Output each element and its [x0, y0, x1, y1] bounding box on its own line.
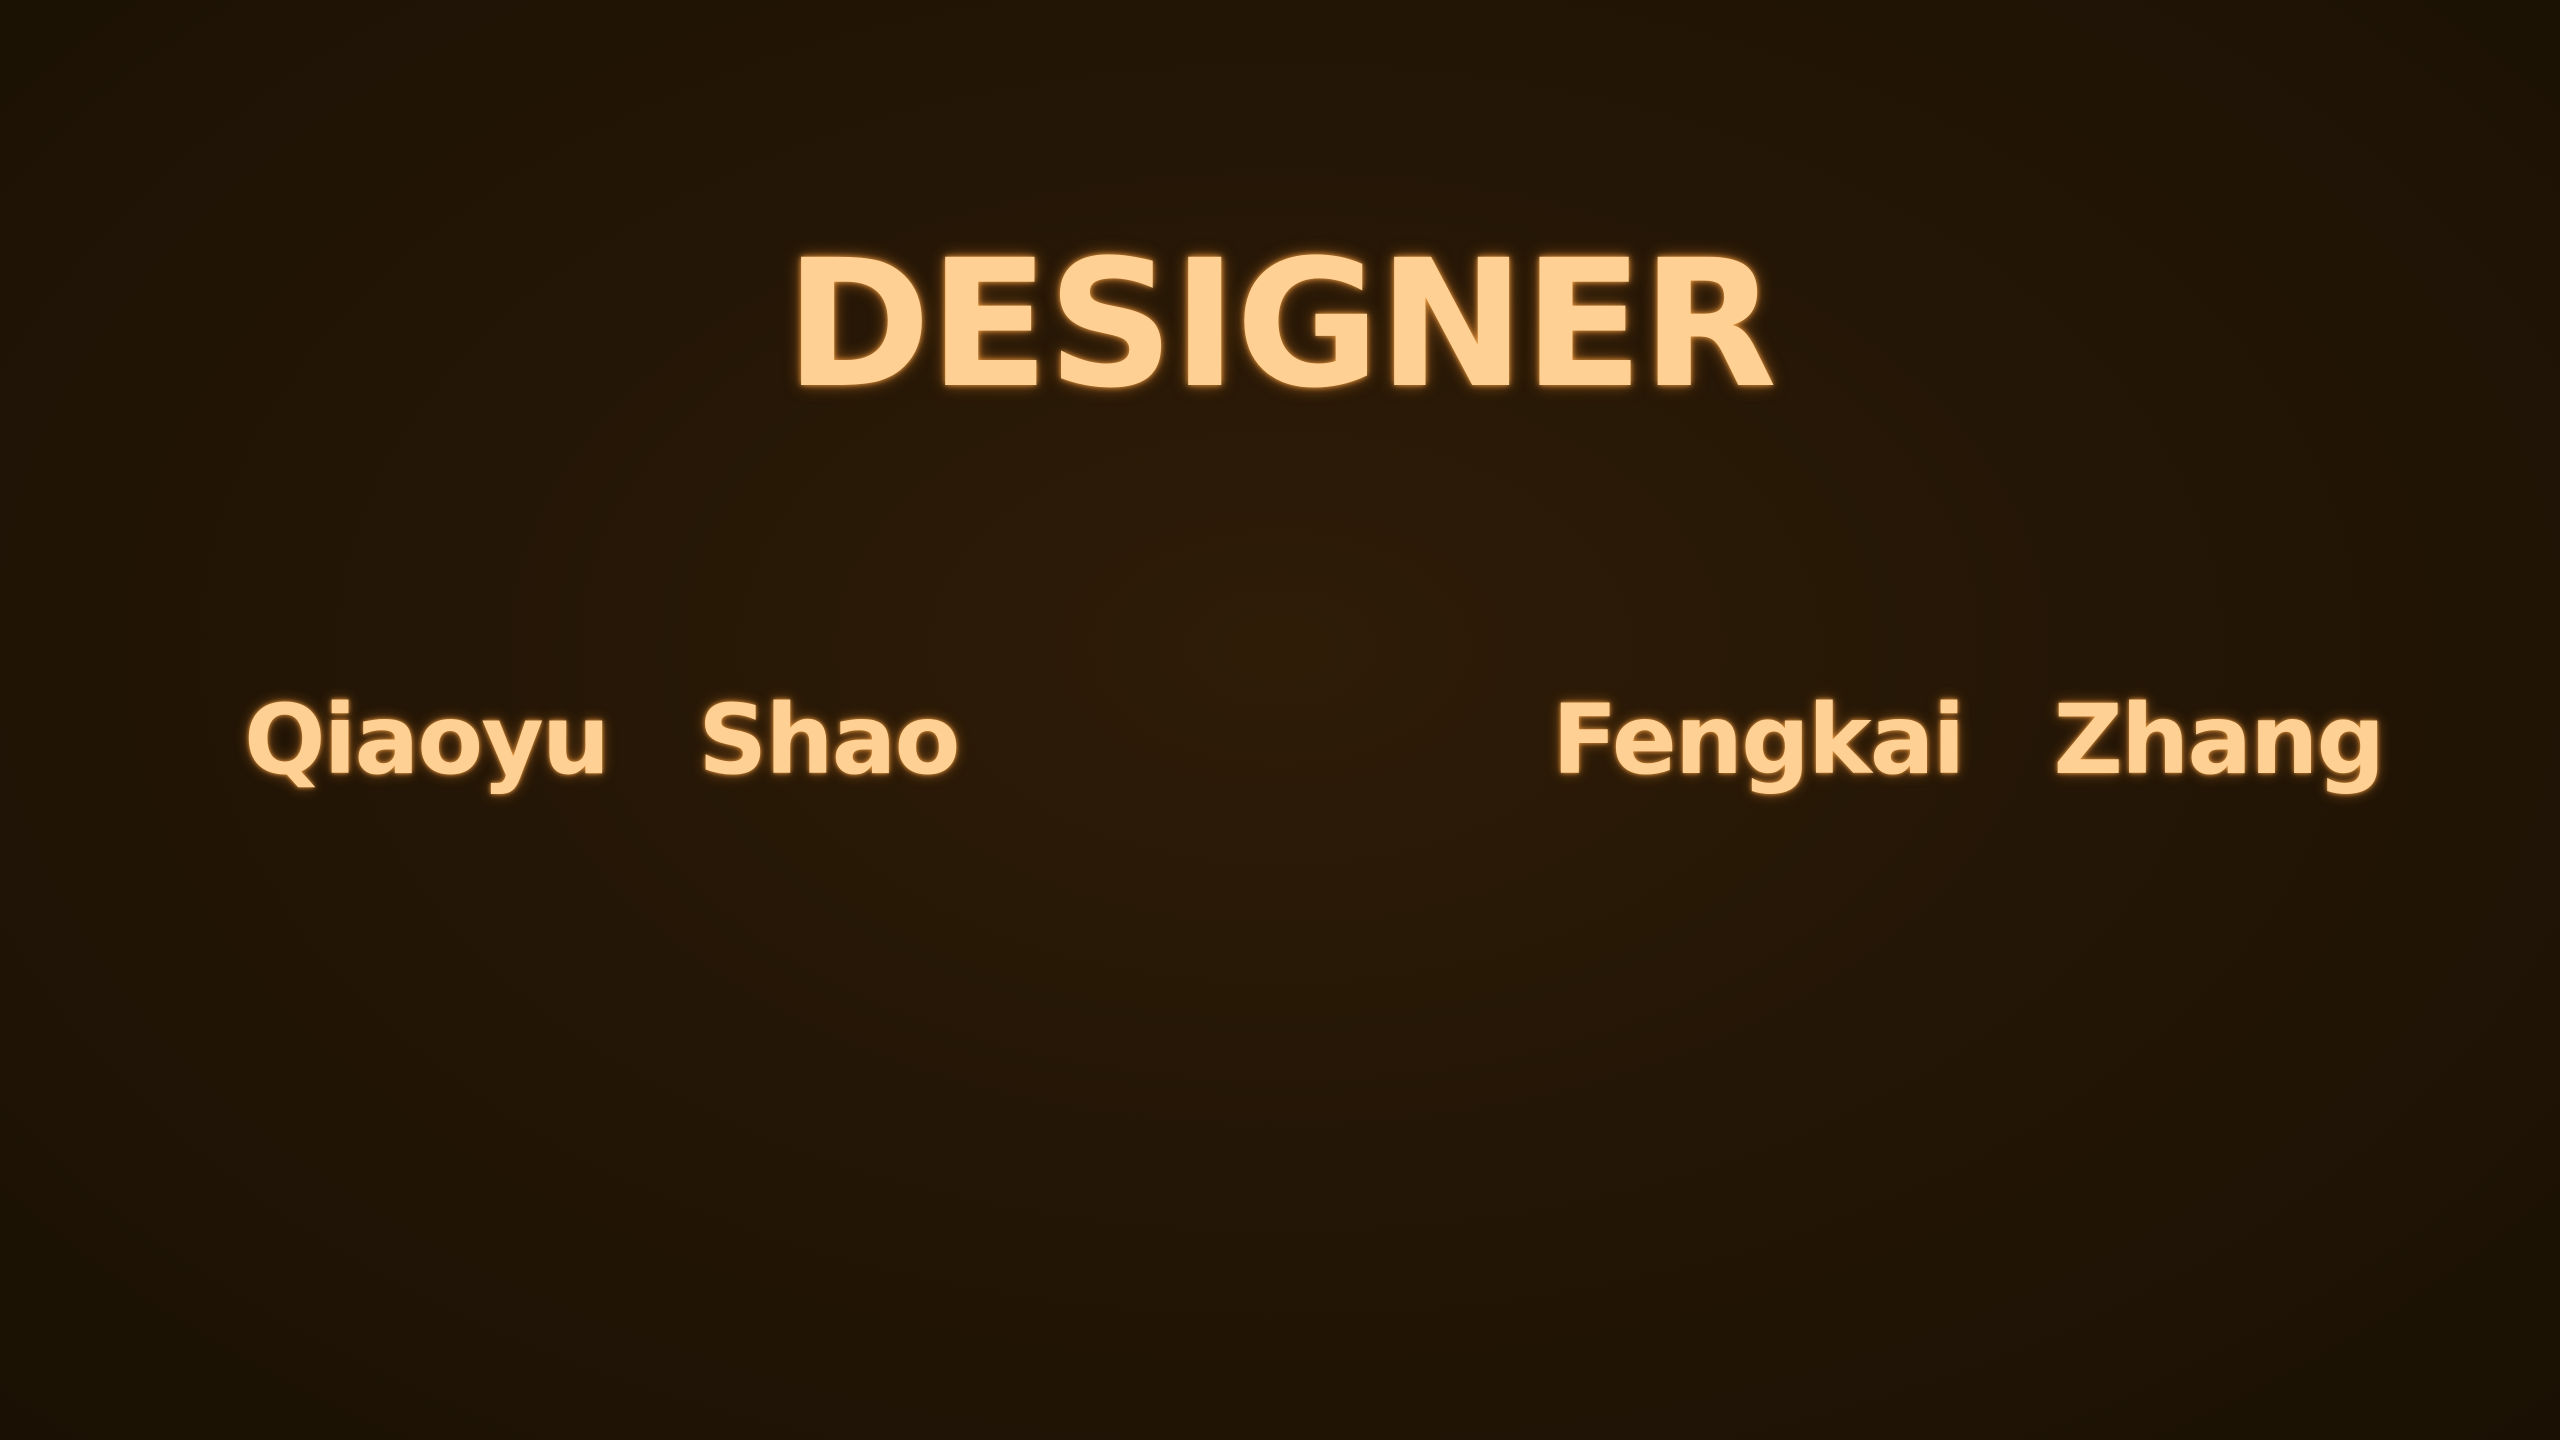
designer-last-name: Zhang	[2053, 684, 2385, 796]
designer-credit-2: Fengkai Zhang	[1552, 680, 2385, 800]
section-heading: DESIGNER	[784, 222, 1777, 427]
designer-first-name: Qiaoyu	[244, 684, 610, 796]
designer-first-name: Fengkai	[1552, 684, 1965, 796]
designer-credit-1: Qiaoyu Shao	[244, 680, 960, 800]
designer-last-name: Shao	[698, 684, 960, 796]
credits-screen: DESIGNER Qiaoyu Shao Fengkai Zhang	[0, 0, 2560, 1440]
